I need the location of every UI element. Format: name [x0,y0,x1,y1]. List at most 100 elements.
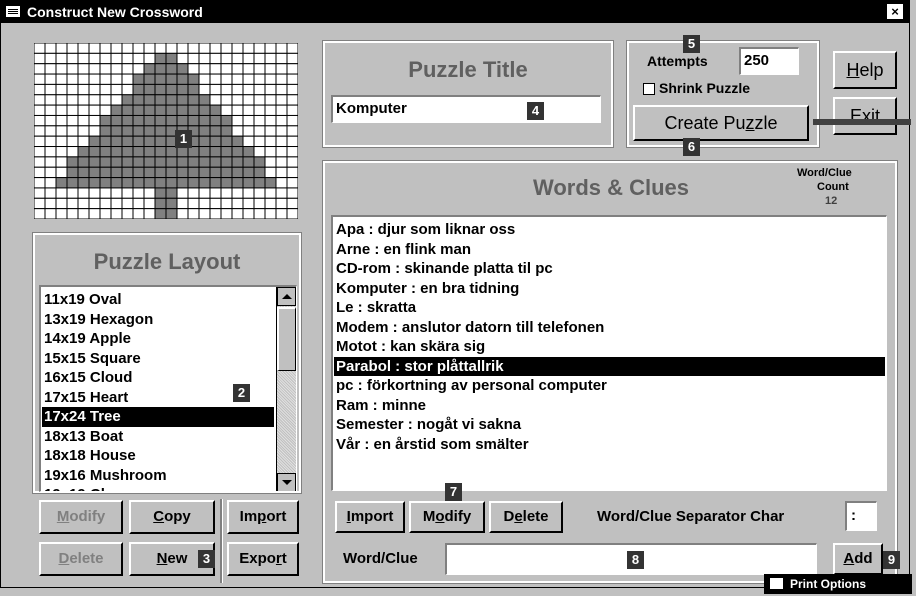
word-item[interactable]: Modem : anslutor datorn till telefonen [334,318,885,338]
grid-cell-empty [55,43,68,54]
grid-cell-empty [110,94,123,106]
grid-cell-empty [253,146,266,158]
layout-scrollbar[interactable] [276,287,296,491]
grid-cell-empty [44,83,57,96]
scroll-up-button[interactable] [277,287,296,306]
grid-cell-empty [253,125,266,137]
layout-item[interactable]: 13x19 Hexagon [42,310,274,330]
layout-item[interactable]: 14x19 Apple [42,329,274,349]
grid-cell-filled [154,146,167,158]
grid-cell-empty [275,197,288,210]
grid-cell-empty [44,187,57,199]
grid-cell-empty [187,208,200,219]
words-import-button[interactable]: Import [335,501,405,533]
grid-cell-empty [198,83,211,96]
marker-3: 3 [198,550,215,568]
layout-item[interactable]: 19x16 Mushroom [42,466,274,486]
exit-button[interactable]: Exit [833,97,897,135]
grid-cell-empty [77,125,90,137]
layout-item[interactable]: 11x19 Oval [42,290,274,310]
print-options-window[interactable]: Print Options [764,574,912,594]
grid-cell-empty [264,43,277,54]
grid-cell-empty [55,135,68,148]
grid-cell-empty [88,63,101,75]
grid-cell-empty [121,63,134,75]
word-item[interactable]: Komputer : en bra tidning [334,279,885,299]
grid-cell-empty [264,166,277,179]
system-menu-icon[interactable] [6,6,20,17]
grid-cell-filled [154,156,167,168]
word-item[interactable]: Vår : en årstid som smälter [334,435,885,455]
grid-cell-filled [209,146,222,158]
word-item[interactable]: CD-rom : skinande platta til pc [334,259,885,279]
grid-cell-empty [264,104,277,116]
layout-delete-button[interactable]: Delete [39,542,123,576]
words-delete-button[interactable]: Delete [489,501,563,533]
attempts-input[interactable]: 250 [739,47,799,75]
grid-cell-filled [66,166,79,179]
grid-cell-empty [44,94,57,106]
grid-cell-filled [165,94,178,106]
grid-cell-empty [110,43,123,54]
word-item[interactable]: Le : skratta [334,298,885,318]
word-item[interactable]: Arne : en flink man [334,240,885,260]
grid-cell-empty [99,197,112,210]
grid-cell-empty [264,114,277,127]
grid-cell-filled [88,146,101,158]
create-puzzle-button[interactable]: Create Puzzle [633,105,809,141]
grid-cell-empty [242,187,255,199]
add-word-button[interactable]: Add [833,543,883,575]
word-item[interactable]: Apa : djur som liknar oss [334,220,885,240]
grid-cell-empty [264,63,277,75]
grid-cell-empty [88,114,101,127]
help-button[interactable]: Help [833,51,897,89]
grid-cell-empty [264,146,277,158]
layout-import-button[interactable]: Import [227,500,299,534]
puzzle-title-input[interactable]: Komputer [331,95,601,123]
word-item[interactable]: Parabol : stor plåttallrik [334,356,885,376]
grid-cell-filled [198,177,211,189]
grid-cell-empty [110,208,123,219]
grid-cell-filled [198,94,211,106]
grid-cell-empty [242,52,255,65]
separator-input[interactable]: : [845,501,877,531]
grid-cell-filled [110,104,123,116]
grid-cell-empty [66,208,79,219]
layout-item[interactable]: 18x13 Boat [42,427,274,447]
words-modify-button[interactable]: Modify [409,501,485,533]
grid-cell-filled [253,177,266,189]
grid-cell-empty [275,156,288,168]
word-item[interactable]: Ram : minne [334,396,885,416]
layout-item[interactable]: 17x24 Tree [42,407,274,427]
puzzle-layout-heading: Puzzle Layout [93,249,241,274]
grid-cell-empty [34,43,46,54]
layout-item[interactable]: 18x18 House [42,446,274,466]
layout-item[interactable]: 15x15 Square [42,349,274,369]
grid-cell-filled [121,104,134,116]
layout-export-button[interactable]: Export [227,542,299,576]
grid-cell-filled [176,156,189,168]
shrink-puzzle-checkbox[interactable] [643,83,655,95]
scroll-thumb[interactable] [277,307,296,371]
grid-cell-empty [77,83,90,96]
grid-cell-filled [154,208,167,219]
grid-cell-empty [220,187,233,199]
word-item[interactable]: Motot : kan skära sig [334,337,885,357]
separator-label: Word/Clue Separator Char [597,508,785,525]
grid-cell-empty [154,43,167,54]
scroll-down-button[interactable] [277,473,296,491]
close-button[interactable]: × [887,4,903,19]
grid-cell-filled [154,63,167,75]
layout-modify-button[interactable]: Modify [39,500,123,534]
puzzle-title-value: Komputer [336,100,407,117]
word-item[interactable]: pc : förkortning av personal computer [334,376,885,396]
grid-cell-filled [231,135,244,148]
grid-cell-filled [110,114,123,127]
grid-cell-empty [242,197,255,210]
grid-cell-empty [209,52,222,65]
layout-item[interactable]: 19x19 Ch... [42,485,274,491]
word-item[interactable]: Semester : nogåt vi sakna [334,415,885,435]
grid-cell-empty [66,94,79,106]
grid-cell-empty [231,52,244,65]
layout-copy-button[interactable]: Copy [129,500,215,534]
